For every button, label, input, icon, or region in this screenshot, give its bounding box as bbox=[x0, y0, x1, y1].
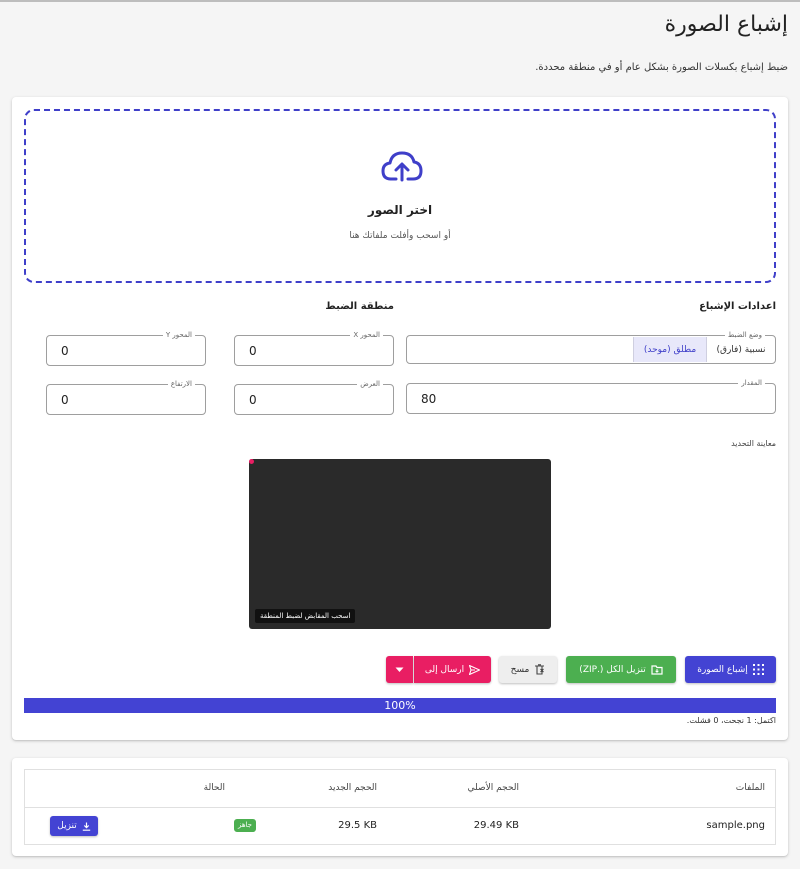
cell-original-size: 29.49 KB bbox=[473, 820, 519, 831]
region-x-field: المحور X bbox=[234, 329, 394, 366]
progress-text: 100% bbox=[384, 699, 416, 712]
selection-handle[interactable] bbox=[249, 459, 254, 464]
clear-icon bbox=[535, 664, 545, 675]
header-file: الملفات bbox=[735, 783, 765, 793]
folder-icon bbox=[651, 664, 663, 675]
progress-bar: 100% bbox=[24, 698, 776, 713]
download-file-label: تنزيل bbox=[57, 821, 77, 831]
page-description: ضبط إشباع بكسلات الصورة بشكل عام أو في م… bbox=[535, 62, 788, 73]
mode-option-relative[interactable]: نسبية (فارق) bbox=[707, 337, 775, 362]
mode-option-absolute[interactable]: مطلق (موحد) bbox=[633, 337, 707, 362]
region-y-input[interactable] bbox=[61, 336, 199, 365]
file-dropzone[interactable]: اختر الصور أو اسحب وأفلت ملفاتك هنا bbox=[24, 109, 776, 283]
amount-input[interactable] bbox=[421, 384, 769, 413]
send-to-label: ارسال إلى bbox=[424, 664, 465, 675]
settings-title: اعدادات الإشباع bbox=[699, 301, 776, 312]
progress-status: اكتمل: 1 نجحت، 0 فشلت. bbox=[686, 716, 776, 725]
saturate-button[interactable]: إشباع الصورة bbox=[685, 656, 776, 683]
page-title: إشباع الصورة bbox=[664, 12, 788, 37]
preview-hint: اسحب المقابض لضبط المنطقة bbox=[255, 609, 356, 623]
region-height-field: الارتفاع bbox=[46, 378, 206, 415]
region-width-input[interactable] bbox=[249, 385, 387, 414]
selection-preview[interactable]: اسحب المقابض لضبط المنطقة bbox=[249, 459, 551, 629]
mode-toggle-group: وضع الضبط نسبية (فارق) مطلق (موحد) bbox=[406, 329, 776, 364]
header-status: الحالة bbox=[203, 783, 225, 793]
cell-new-size: 29.5 KB bbox=[338, 820, 377, 831]
download-all-label: تنزيل الكل (.ZIP) bbox=[579, 664, 646, 675]
header-original-size: الحجم الأصلي bbox=[467, 783, 519, 793]
region-width-field: العرض bbox=[234, 378, 394, 415]
files-card: الملفات الحجم الأصلي الحجم الجديد الحالة… bbox=[12, 758, 788, 856]
region-y-field: المحور Y bbox=[46, 329, 206, 366]
main-card: اختر الصور أو اسحب وأفلت ملفاتك هنا اعدا… bbox=[12, 97, 788, 740]
clear-button-label: مسح bbox=[510, 664, 530, 675]
region-title: منطقة الضبط bbox=[325, 301, 394, 312]
dropzone-title: اختر الصور bbox=[367, 203, 433, 217]
send-icon bbox=[469, 664, 481, 675]
preview-label: معاينة التحديد bbox=[731, 439, 776, 448]
cell-file-name: sample.png bbox=[706, 820, 765, 831]
top-border bbox=[0, 0, 800, 2]
header-new-size: الحجم الجديد bbox=[328, 783, 377, 793]
send-to-dropdown-button[interactable] bbox=[386, 656, 413, 683]
grid-icon bbox=[752, 664, 764, 675]
caret-down-icon bbox=[395, 667, 404, 672]
download-icon bbox=[82, 822, 90, 831]
download-all-button[interactable]: تنزيل الكل (.ZIP) bbox=[566, 656, 676, 683]
files-table: الملفات الحجم الأصلي الحجم الجديد الحالة… bbox=[24, 769, 776, 845]
clear-button[interactable]: مسح bbox=[499, 656, 557, 683]
cloud-upload-icon bbox=[381, 151, 423, 182]
region-x-input[interactable] bbox=[249, 336, 387, 365]
download-file-button[interactable]: تنزيل bbox=[50, 816, 98, 836]
region-height-input[interactable] bbox=[61, 385, 199, 414]
status-badge: جاهز bbox=[233, 819, 256, 832]
row-divider bbox=[25, 807, 775, 808]
saturate-button-label: إشباع الصورة bbox=[697, 664, 748, 675]
send-to-button[interactable]: ارسال إلى bbox=[414, 656, 491, 683]
amount-field: المقدار bbox=[406, 377, 776, 414]
dropzone-subtitle: أو اسحب وأفلت ملفاتك هنا bbox=[349, 231, 451, 241]
